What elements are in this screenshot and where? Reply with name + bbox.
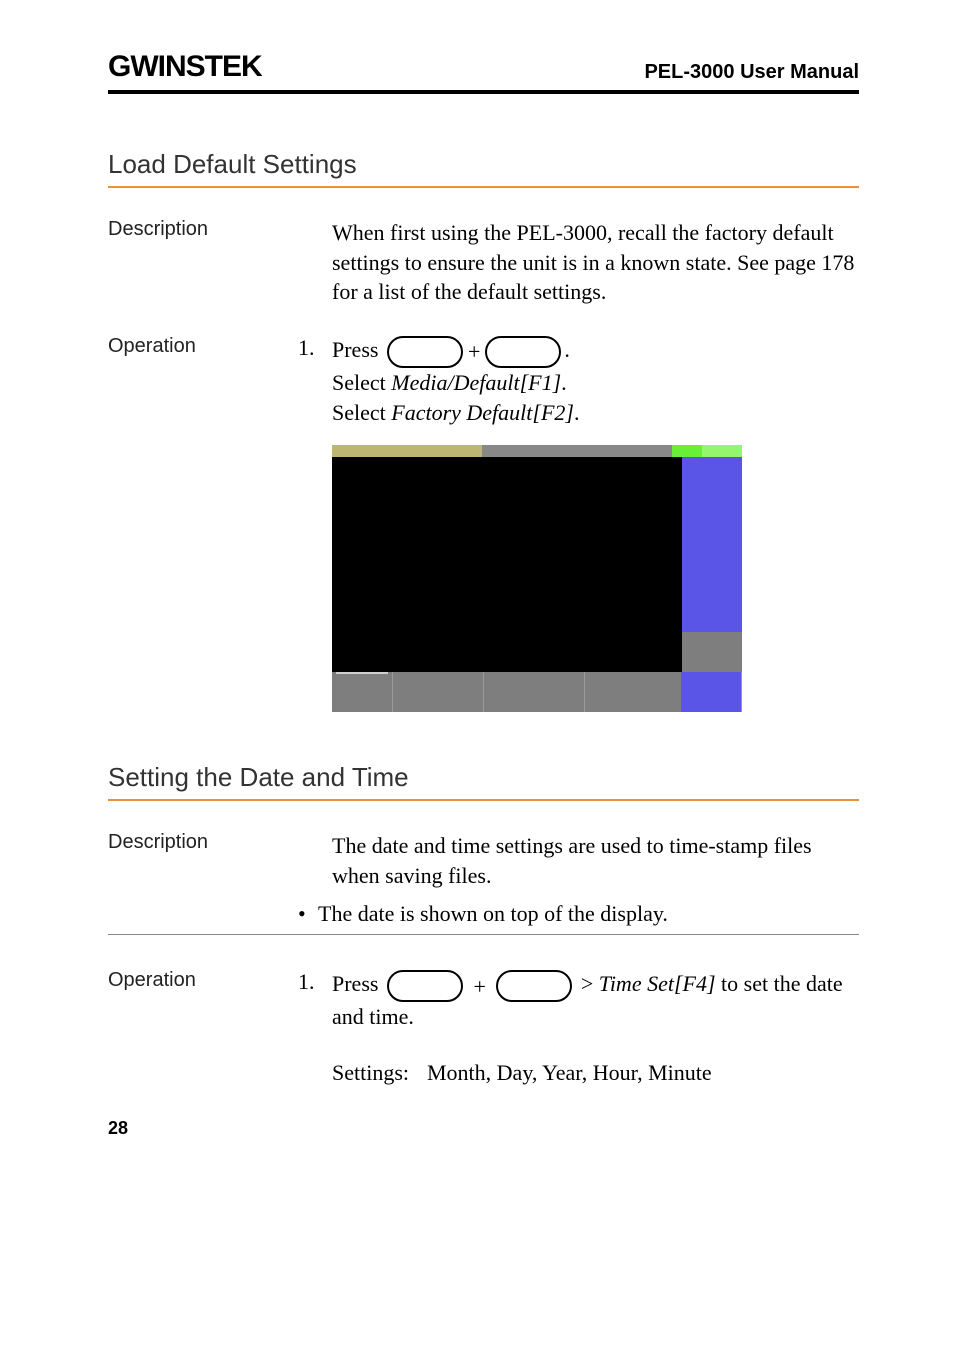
press-text: Press bbox=[332, 337, 378, 362]
text: Select bbox=[332, 400, 391, 425]
step-number: 1. bbox=[298, 969, 332, 1087]
settings-label: Settings: bbox=[332, 1058, 427, 1088]
operation-row: Operation 1. Press +. Select Media/Defau… bbox=[108, 335, 859, 427]
text: Select bbox=[332, 370, 391, 395]
gt-text: > bbox=[575, 971, 598, 996]
page-number: 28 bbox=[108, 1118, 859, 1139]
bullet-icon: • bbox=[298, 899, 318, 929]
step-number: 1. bbox=[298, 335, 332, 427]
description-label: Description bbox=[108, 831, 298, 890]
spacer bbox=[298, 831, 332, 890]
operation-label: Operation bbox=[108, 969, 298, 1087]
text: . bbox=[561, 370, 567, 395]
device-screenshot bbox=[332, 445, 742, 712]
manual-title: PEL-3000 User Manual bbox=[644, 61, 859, 84]
description-text: The date and time settings are used to t… bbox=[332, 831, 859, 890]
description-label: Description bbox=[108, 218, 298, 307]
spacer bbox=[108, 899, 298, 929]
description-row: Description When first using the PEL-300… bbox=[108, 218, 859, 307]
section-rule bbox=[108, 186, 859, 188]
plus-icon: + bbox=[473, 972, 485, 1002]
operation-content: Press + > Time Set[F4] to set the date a… bbox=[332, 969, 859, 1087]
settings-row: Settings: Month, Day, Year, Hour, Minute bbox=[332, 1058, 859, 1088]
operation-label: Operation bbox=[108, 335, 298, 427]
operation-row-2: Operation 1. Press + > Time Set[F4] to s… bbox=[108, 969, 859, 1087]
menu-path: Time Set[F4] bbox=[599, 971, 716, 996]
text: . bbox=[574, 400, 580, 425]
page-header: GWINSTEK PEL-3000 User Manual bbox=[108, 50, 859, 84]
screenshot-softkeys bbox=[332, 672, 742, 712]
press-text: Press bbox=[332, 971, 378, 996]
screenshot-body bbox=[332, 457, 742, 672]
bullet-text: The date is shown on top of the display. bbox=[318, 899, 668, 929]
thin-rule bbox=[108, 934, 859, 935]
period: . bbox=[564, 337, 570, 362]
spacer bbox=[298, 218, 332, 307]
select-line-2: Select Factory Default[F2]. bbox=[332, 400, 579, 425]
section-rule bbox=[108, 799, 859, 801]
header-rule bbox=[108, 90, 859, 94]
menu-path: Factory Default[F2] bbox=[391, 400, 574, 425]
brand-logo: GWINSTEK bbox=[108, 50, 262, 84]
description-text: When first using the PEL-3000, recall th… bbox=[332, 218, 859, 307]
hardware-button-icon bbox=[496, 970, 572, 1002]
manual-page: GWINSTEK PEL-3000 User Manual Load Defau… bbox=[0, 0, 954, 1349]
screenshot-titlebar bbox=[332, 445, 742, 457]
plus-icon: + bbox=[468, 337, 480, 367]
bullet-item: • The date is shown on top of the displa… bbox=[298, 899, 859, 929]
menu-path: Media/Default[F1] bbox=[391, 370, 561, 395]
hardware-button-icon bbox=[387, 970, 463, 1002]
section-title-date-time: Setting the Date and Time bbox=[108, 762, 859, 793]
bullet-row: • The date is shown on top of the displa… bbox=[108, 899, 859, 929]
operation-content: Press +. Select Media/Default[F1]. Selec… bbox=[332, 335, 859, 427]
description-row: Description The date and time settings a… bbox=[108, 831, 859, 890]
select-line-1: Select Media/Default[F1]. bbox=[332, 370, 567, 395]
section-title-load-default: Load Default Settings bbox=[108, 149, 859, 180]
hardware-button-icon bbox=[485, 336, 561, 368]
hardware-button-icon bbox=[387, 336, 463, 368]
settings-values: Month, Day, Year, Hour, Minute bbox=[427, 1058, 712, 1088]
